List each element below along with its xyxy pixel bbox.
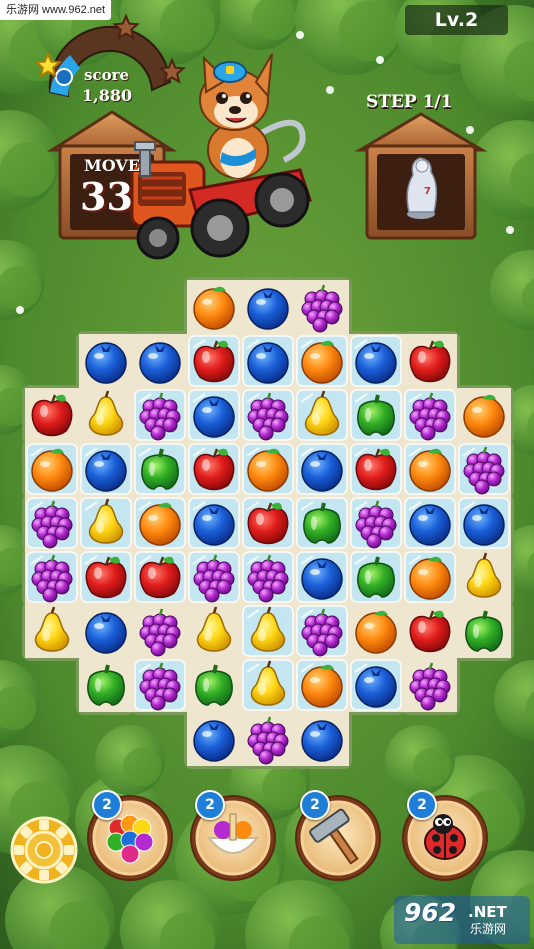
blueberry-fruit[interactable] (85, 342, 127, 384)
settings-button[interactable] (10, 816, 78, 884)
watermark-bottom-net: .NET (468, 903, 507, 921)
blueberry-fruit[interactable] (463, 504, 505, 546)
blueberry-fruit[interactable] (409, 504, 451, 546)
watermark-top: 乐游网 www.962.net (0, 0, 112, 20)
blueberry-fruit[interactable] (85, 450, 127, 492)
blueberry-fruit[interactable] (139, 342, 181, 384)
blueberry-fruit[interactable] (355, 666, 397, 708)
blueberry-fruit[interactable] (193, 504, 235, 546)
booster-count-badge: 2 (195, 790, 225, 820)
moves-value: 33 (80, 174, 133, 219)
blueberry-fruit[interactable] (85, 612, 127, 654)
blueberry-fruit[interactable] (193, 396, 235, 438)
booster-count-badge: 2 (92, 790, 122, 820)
booster-count-badge: 2 (407, 790, 437, 820)
game-board (22, 277, 514, 769)
watermark-bottom-number: 962 (404, 898, 457, 927)
blueberry-fruit[interactable] (247, 288, 289, 330)
blueberry-fruit[interactable] (247, 342, 289, 384)
score-label: score (84, 66, 130, 84)
goal-target-number: 7 (424, 186, 431, 197)
blueberry-fruit[interactable] (301, 558, 343, 600)
watermark-bottom-cn: 乐游网 (470, 922, 507, 936)
blueberry-fruit[interactable] (301, 720, 343, 762)
blueberry-fruit[interactable] (193, 720, 235, 762)
blueberry-fruit[interactable] (355, 342, 397, 384)
booster-count-badge: 2 (300, 790, 330, 820)
moves-label: MOVE (84, 156, 140, 175)
score-value: 1,880 (82, 86, 133, 105)
blueberry-fruit[interactable] (301, 450, 343, 492)
step-counter: STEP 1/1 (366, 92, 453, 112)
level-indicator: Lv.2 (405, 5, 508, 35)
